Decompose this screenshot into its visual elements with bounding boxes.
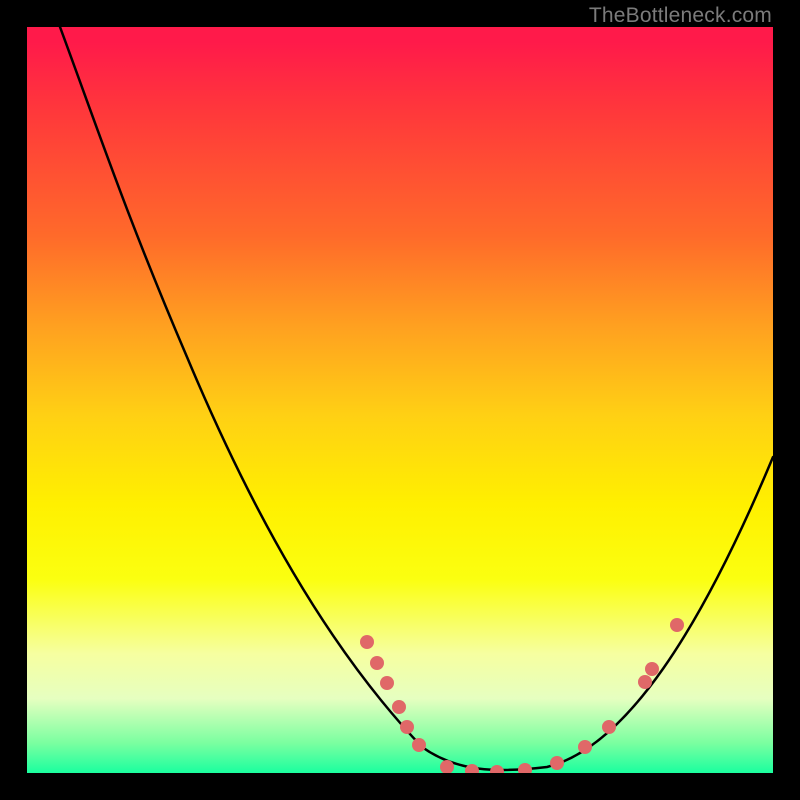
data-dot — [490, 765, 504, 773]
data-dot — [392, 700, 406, 714]
data-dot — [645, 662, 659, 676]
data-dot — [380, 676, 394, 690]
watermark: TheBottleneck.com — [589, 4, 772, 28]
plot-area — [27, 27, 773, 773]
data-dot — [550, 756, 564, 770]
data-dot — [360, 635, 374, 649]
curve-layer — [27, 27, 773, 773]
chart-stage: TheBottleneck.com — [0, 0, 800, 800]
bottleneck-curve — [60, 27, 773, 770]
data-dot — [670, 618, 684, 632]
data-dot — [638, 675, 652, 689]
data-dot — [518, 763, 532, 773]
data-dot — [578, 740, 592, 754]
data-dot — [412, 738, 426, 752]
data-dot — [400, 720, 414, 734]
data-dot — [602, 720, 616, 734]
data-dot — [370, 656, 384, 670]
